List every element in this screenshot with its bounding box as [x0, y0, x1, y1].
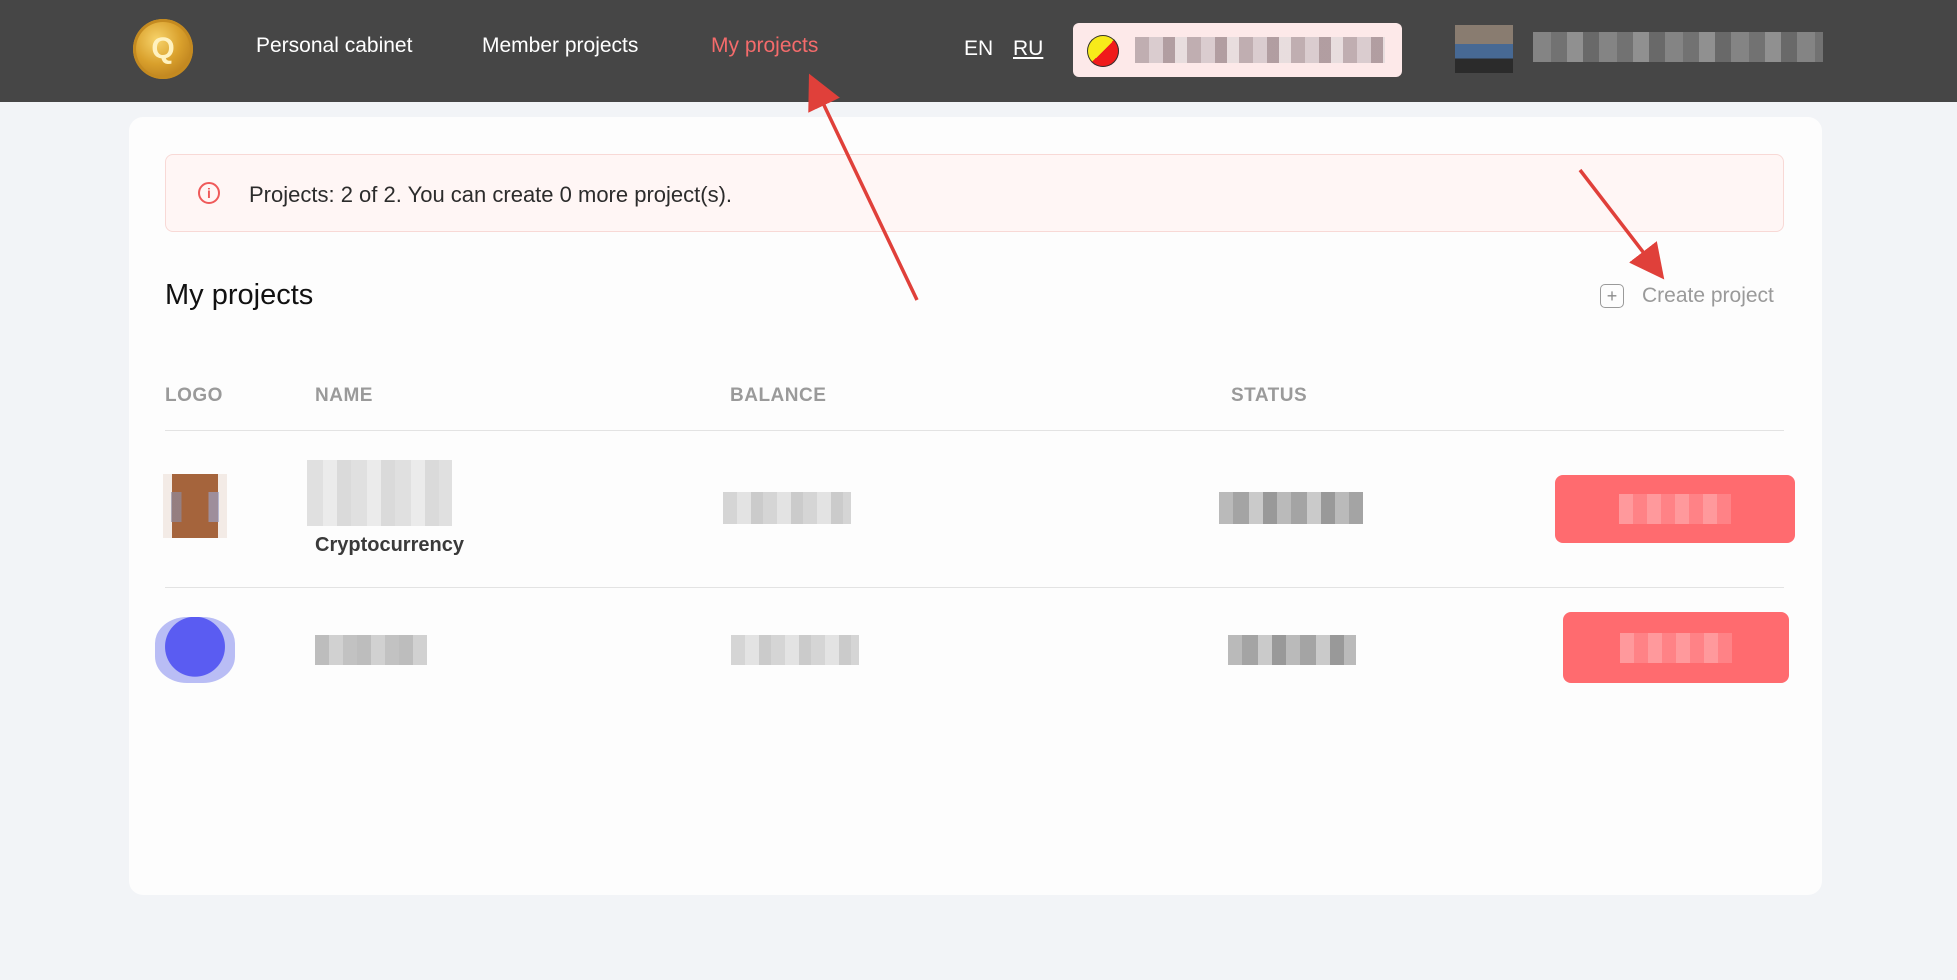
page-title: My projects — [165, 279, 314, 311]
column-header-logo: LOGO — [165, 385, 223, 406]
project-category: Cryptocurrency — [315, 534, 464, 556]
nav-member-projects[interactable]: Member projects — [482, 34, 638, 58]
redacted-balance — [731, 635, 859, 665]
create-project-button[interactable]: + Create project — [1600, 281, 1774, 311]
wallet-icon — [1087, 35, 1119, 67]
redacted-project-name[interactable] — [307, 460, 452, 526]
info-icon: i — [198, 182, 220, 204]
plus-icon: + — [1600, 284, 1624, 308]
redacted-status — [1228, 635, 1356, 665]
alert-text: Projects: 2 of 2. You can create 0 more … — [249, 182, 733, 207]
column-header-name: NAME — [315, 385, 373, 406]
redacted-user-name[interactable] — [1533, 32, 1823, 62]
redacted-wallet-info — [1135, 37, 1385, 63]
top-header: Q Personal cabinet Member projects My pr… — [0, 0, 1957, 102]
nav-personal-cabinet[interactable]: Personal cabinet — [256, 34, 412, 58]
project-logo — [163, 474, 227, 538]
column-header-status: STATUS — [1231, 385, 1308, 406]
project-action-button[interactable] — [1563, 612, 1789, 683]
wallet-widget[interactable] — [1073, 23, 1402, 77]
language-en[interactable]: EN — [964, 37, 993, 61]
redacted-status — [1219, 492, 1363, 524]
logo-icon[interactable]: Q — [133, 19, 193, 79]
projects-limit-alert: i Projects: 2 of 2. You can create 0 mor… — [165, 154, 1784, 232]
language-ru[interactable]: RU — [1013, 37, 1043, 61]
row-divider — [165, 587, 1784, 588]
create-project-label: Create project — [1642, 284, 1774, 307]
projects-card: i Projects: 2 of 2. You can create 0 mor… — [129, 117, 1822, 895]
redacted-button-label — [1619, 494, 1731, 524]
column-header-balance: BALANCE — [730, 385, 827, 406]
redacted-button-label — [1620, 632, 1732, 663]
redacted-balance — [723, 492, 851, 524]
project-action-button[interactable] — [1555, 475, 1795, 543]
table-header-divider — [165, 430, 1784, 431]
avatar[interactable] — [1455, 25, 1513, 73]
nav-my-projects[interactable]: My projects — [711, 34, 818, 58]
project-logo — [155, 617, 235, 683]
redacted-project-name[interactable] — [315, 635, 427, 665]
